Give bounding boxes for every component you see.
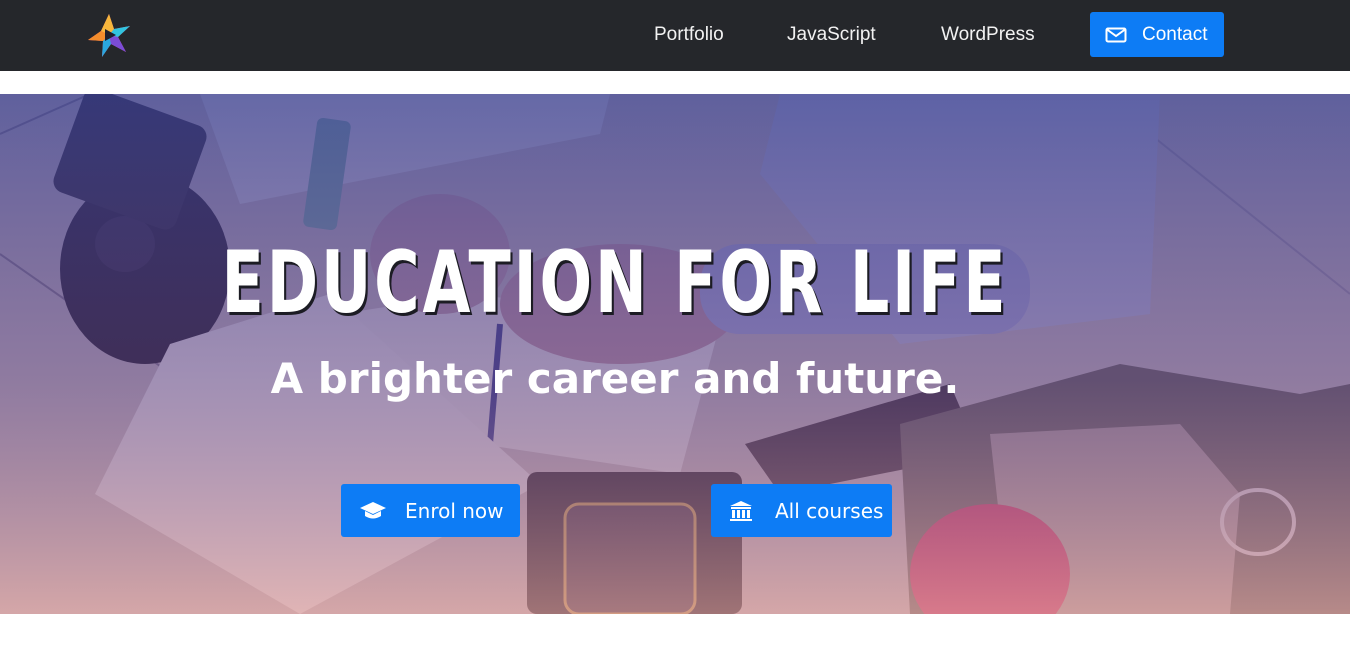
- graduation-cap-icon: [359, 499, 387, 523]
- enrol-now-button[interactable]: Enrol now: [341, 484, 520, 537]
- star-logo-icon[interactable]: [86, 12, 132, 58]
- all-courses-label: All courses: [775, 498, 884, 523]
- nav-link-wordpress[interactable]: WordPress: [941, 23, 1035, 47]
- university-icon: [729, 499, 757, 523]
- contact-button[interactable]: Contact: [1090, 12, 1224, 57]
- hero-subtitle: A brighter career and future.: [270, 353, 960, 403]
- all-courses-button[interactable]: All courses: [711, 484, 892, 537]
- hero-banner: EDUCATION FOR LIFE A brighter career and…: [0, 94, 1350, 614]
- enrol-now-label: Enrol now: [405, 498, 504, 523]
- nav-link-portfolio[interactable]: Portfolio: [654, 23, 724, 47]
- hero-title: EDUCATION FOR LIFE: [221, 232, 1009, 333]
- contact-button-label: Contact: [1142, 23, 1208, 45]
- envelope-icon: [1105, 27, 1127, 43]
- nav-link-javascript[interactable]: JavaScript: [787, 23, 876, 47]
- navbar: Portfolio JavaScript WordPress Contact: [0, 0, 1350, 71]
